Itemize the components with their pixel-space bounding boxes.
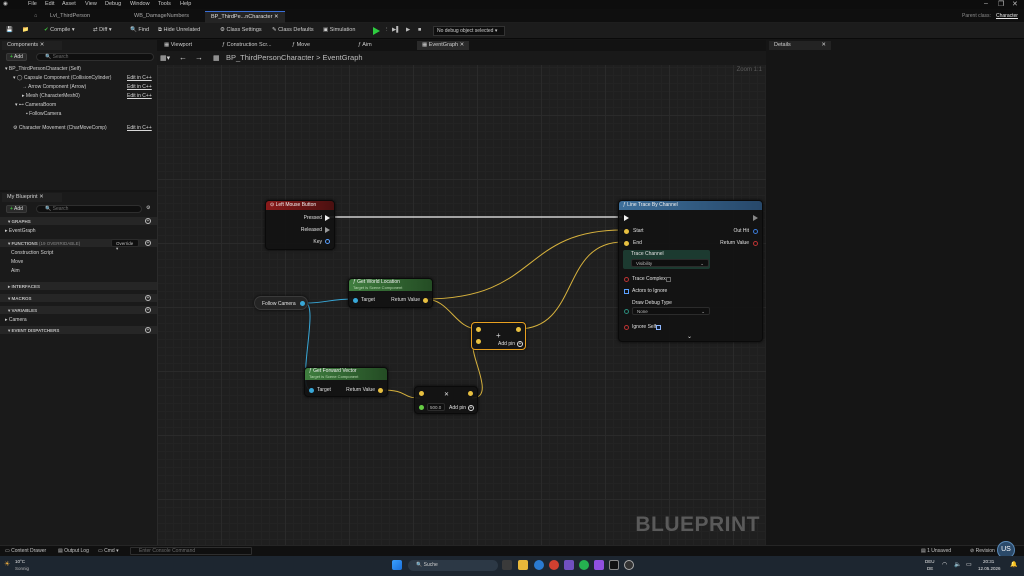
pin-key[interactable] (325, 239, 330, 244)
start-wire (424, 229, 624, 300)
ignore-self-label: Ignore Self (632, 324, 657, 330)
pin-draw-debug-type[interactable] (624, 309, 629, 314)
node-header: ƒ Line Trace By Channel (619, 201, 762, 210)
pin-return-value[interactable] (423, 298, 428, 303)
obs-icon[interactable] (624, 560, 634, 570)
draw-debug-type-dropdown[interactable]: None ⌄ (632, 307, 710, 315)
trace-complex-checkbox[interactable] (666, 277, 671, 282)
keyboard-label[interactable]: DE (927, 566, 933, 571)
ignore-self-checkbox[interactable] (656, 325, 661, 330)
revision-control-button[interactable]: ⊘ Revision (970, 548, 995, 554)
details-panel: Details ✕ (767, 40, 1024, 545)
pin-start-label: Start (633, 228, 644, 234)
pin-target-label: Target (317, 387, 331, 393)
trace-channel-dropdown[interactable]: Visibility ⌄ (631, 259, 709, 267)
pin-a[interactable] (419, 391, 424, 396)
node-get-world-location[interactable]: ƒ Get World Location Target is Scene Com… (348, 278, 433, 308)
pin-released-label: Released (300, 227, 322, 233)
wifi-icon[interactable]: ◠ (942, 561, 947, 568)
trace-channel-label: Trace Channel (631, 251, 664, 257)
pin-end[interactable] (624, 241, 629, 246)
exec-pin-released[interactable] (325, 227, 330, 233)
pin-b[interactable] (476, 339, 481, 344)
browser-icon[interactable] (534, 560, 544, 570)
pin-actors-to-ignore[interactable] (624, 289, 629, 294)
pin-out[interactable] (468, 391, 473, 396)
pin-key-label: Key (313, 239, 322, 245)
windows-taskbar: ☀ 10°C Sonnig 🔍 Suche DEU DE ◠ 🔈 ▭ 20:31… (0, 556, 1024, 576)
pin-target[interactable] (309, 388, 314, 393)
exec-pin-in[interactable] (624, 215, 629, 221)
pin-out[interactable] (516, 327, 521, 332)
node-header: ƒ Get Forward Vector Target is Scene Com… (305, 368, 387, 380)
start-menu-icon[interactable] (392, 560, 402, 570)
chrome-icon[interactable] (549, 560, 559, 570)
weather-icon[interactable]: ☀ (4, 560, 10, 568)
details-tab[interactable]: Details ✕ (769, 41, 831, 50)
pin-end-label: End (633, 240, 642, 246)
multiply-operator-icon: ✕ (444, 392, 450, 398)
weather-temp[interactable]: 10°C (15, 559, 25, 564)
node-follow-camera[interactable]: Follow Camera (254, 296, 308, 310)
pin-return-value[interactable] (753, 241, 758, 246)
node-line-trace-by-channel[interactable]: ƒ Line Trace By Channel Start Out Hit En… (618, 200, 763, 342)
add-pin-icon[interactable]: + (468, 405, 474, 411)
pin-ignore-self[interactable] (624, 325, 629, 330)
add-pin-label[interactable]: Add pin (449, 405, 466, 411)
node-left-mouse-button[interactable]: ⊙ Left Mouse Button Pressed Released Key (265, 200, 335, 250)
expand-advanced-icon[interactable]: ⌄ (687, 333, 692, 340)
multiply-value-input[interactable]: 500.0 (427, 403, 445, 411)
pin-b[interactable] (419, 405, 424, 410)
unsaved-button[interactable]: ▤ 1 Unsaved (921, 548, 951, 554)
file-explorer-icon[interactable] (518, 560, 528, 570)
pin-return-label: Return Value (391, 297, 420, 303)
cmd-button[interactable]: ▭ Cmd ▾ (98, 548, 119, 554)
clock-time[interactable]: 20:31 (983, 559, 994, 564)
node-header: ƒ Get World Location Target is Scene Com… (349, 279, 432, 291)
unreal-engine-icon[interactable] (609, 560, 619, 570)
notifications-icon[interactable]: 🔔 (1010, 561, 1017, 568)
draw-debug-type-label: Draw Debug Type (632, 300, 672, 306)
node-get-forward-vector[interactable]: ƒ Get Forward Vector Target is Scene Com… (304, 367, 388, 397)
pin-trace-complex[interactable] (624, 277, 629, 282)
pin-out-hit[interactable] (753, 229, 758, 234)
pin-return-label: Return Value (346, 387, 375, 393)
app-icon[interactable] (564, 560, 574, 570)
follow-camera-label: Follow Camera (262, 301, 296, 307)
task-view-icon[interactable] (502, 560, 512, 570)
node-header: ⊙ Left Mouse Button (266, 201, 334, 210)
console-command-input[interactable]: Enter Console Command (130, 547, 252, 555)
pin-target[interactable] (353, 298, 358, 303)
pin-out-hit-label: Out Hit (733, 228, 749, 234)
pin-target-label: Target (361, 297, 375, 303)
actors-to-ignore-label: Actors to Ignore (632, 288, 668, 294)
status-bar: ▭ Content Drawer ▤ Output Log ▭ Cmd ▾ En… (0, 541, 1024, 559)
taskbar-search-input[interactable]: 🔍 Suche (408, 560, 498, 571)
twitch-icon[interactable] (594, 560, 604, 570)
pin-a[interactable] (476, 327, 481, 332)
pin-return-label: Return Value (720, 240, 749, 246)
pin-return-value[interactable] (378, 388, 383, 393)
language-label[interactable]: DEU (925, 559, 935, 564)
add-pin-icon[interactable]: + (517, 341, 523, 347)
end-wire (517, 241, 624, 330)
pin-start[interactable] (624, 229, 629, 234)
trace-channel-group: Trace Channel Visibility ⌄ (623, 250, 710, 269)
clock-date[interactable]: 12.05.2026 (978, 566, 1001, 571)
weather-text[interactable]: Sonnig (15, 566, 29, 571)
exec-pin-pressed[interactable] (325, 215, 330, 221)
pin-pressed-label: Pressed (303, 215, 322, 221)
volume-icon[interactable]: 🔈 (954, 561, 961, 568)
add-operator-label: + (496, 331, 501, 340)
exec-pin-out[interactable] (753, 215, 758, 221)
whatsapp-icon[interactable] (579, 560, 589, 570)
content-drawer-button[interactable]: ▭ Content Drawer (5, 548, 46, 554)
battery-icon[interactable]: ▭ (966, 561, 972, 568)
output-log-button[interactable]: ▤ Output Log (58, 548, 89, 554)
add-pin-label[interactable]: Add pin (498, 341, 515, 347)
node-multiply[interactable]: ✕ 500.0 Add pin + (414, 386, 478, 414)
node-add-vectors[interactable]: + Add pin + (471, 322, 526, 350)
pin-follow-camera-out[interactable] (300, 301, 305, 306)
trace-complex-label: Trace Complex (632, 276, 666, 282)
